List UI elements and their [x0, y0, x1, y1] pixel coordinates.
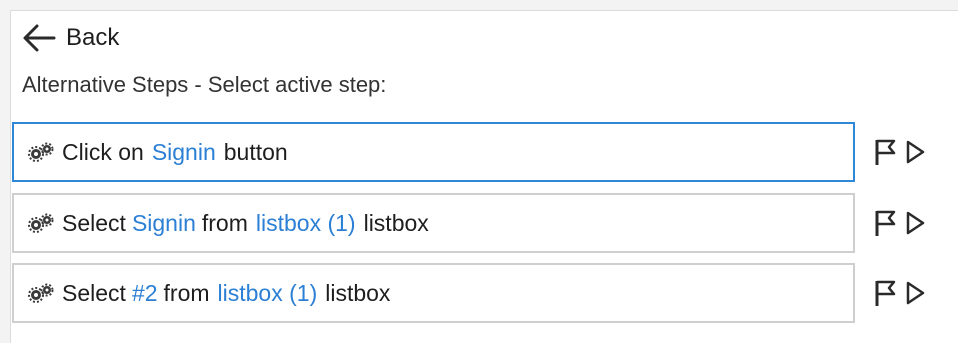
back-button[interactable]: Back [22, 20, 119, 56]
flag-icon[interactable] [870, 205, 900, 241]
step-2-actions [870, 203, 950, 243]
back-label: Back [66, 24, 120, 51]
arrow-left-icon [22, 23, 56, 53]
step-option-3[interactable]: Select #2 from listbox (1) listbox [12, 263, 855, 323]
step-option-1[interactable]: Click on Signin button [12, 122, 855, 182]
step-3-actions [870, 273, 950, 313]
section-title: Alternative Steps - Select active step: [22, 72, 387, 97]
step-middle: from [163, 279, 210, 306]
step-verb: Click on [62, 138, 144, 165]
play-icon[interactable] [900, 134, 930, 170]
step-value-link[interactable]: Signin [132, 210, 196, 237]
step-suffix: button [223, 138, 288, 165]
play-icon[interactable] [900, 275, 930, 311]
step-middle: from [201, 209, 248, 236]
gears-icon [26, 141, 56, 163]
gears-icon [26, 282, 56, 304]
step-target-link[interactable]: Signin [152, 139, 216, 166]
flag-icon[interactable] [870, 134, 900, 170]
step-target-link[interactable]: listbox (1) [218, 280, 318, 307]
flag-icon[interactable] [870, 275, 900, 311]
step-option-2[interactable]: Select Signin from listbox (1) listbox [12, 193, 855, 253]
step-target-link[interactable]: listbox (1) [256, 210, 356, 237]
step-verb: Select [62, 209, 126, 236]
step-suffix: listbox [363, 209, 429, 236]
play-icon[interactable] [900, 205, 930, 241]
step-1-actions [870, 132, 950, 172]
step-value-link[interactable]: #2 [132, 280, 158, 307]
step-verb: Select [62, 279, 126, 306]
step-suffix: listbox [325, 279, 391, 306]
gears-icon [26, 212, 56, 234]
